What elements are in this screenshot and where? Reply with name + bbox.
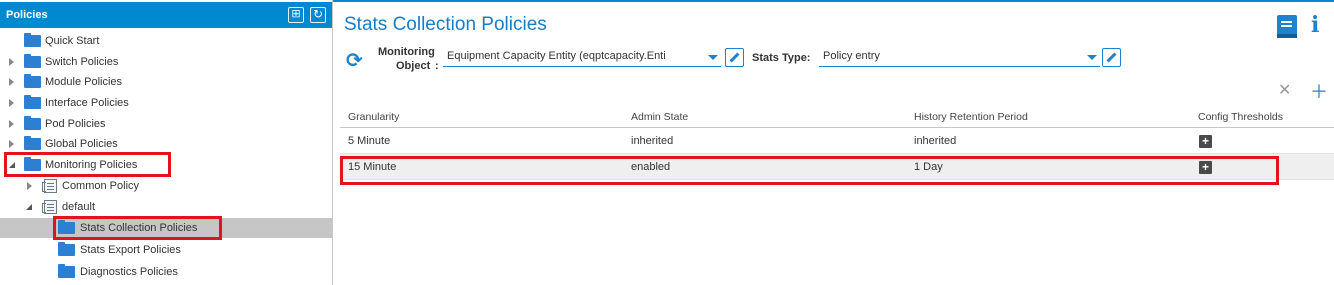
tree-item-monitoring-policies[interactable]: Monitoring Policies: [0, 155, 332, 175]
tree-item-label: Monitoring Policies: [45, 159, 138, 171]
folder-icon: [24, 74, 41, 88]
granularity-cell: 15 Minute: [348, 161, 397, 173]
tree-item-label: Pod Policies: [45, 118, 106, 130]
tree-item-pod-policies[interactable]: Pod Policies: [0, 114, 332, 134]
stats-type-select[interactable]: Policy entry: [819, 47, 1100, 67]
chevron-down-icon: [708, 55, 718, 60]
tree-item-stats-collection-policies[interactable]: Stats Collection Policies: [0, 218, 332, 238]
tree-item-switch-policies[interactable]: Switch Policies: [0, 52, 332, 72]
table-header: Granularity Admin State History Retentio…: [340, 106, 1334, 128]
monitoring-object-label: Monitoring: [378, 46, 435, 58]
tree-view-icon[interactable]: ⊞: [288, 7, 304, 23]
admin-state-cell: enabled: [631, 161, 671, 173]
top-accent-bar: [333, 0, 1334, 2]
stats-table: Granularity Admin State History Retentio…: [340, 106, 1334, 180]
tree-item-common-policy[interactable]: Common Policy: [0, 176, 332, 196]
expand-arrow-icon[interactable]: [9, 58, 14, 66]
collapse-arrow-icon[interactable]: [26, 204, 32, 210]
page-title: Stats Collection Policies: [344, 14, 547, 35]
tree-item-label: Stats Export Policies: [80, 244, 181, 256]
tree-item-label: Quick Start: [45, 35, 100, 47]
folder-icon: [24, 136, 41, 150]
tree-item-label: Module Policies: [45, 76, 123, 88]
folder-icon: [24, 33, 41, 47]
stats-type-label: Stats Type:: [752, 52, 811, 64]
tree-item-global-policies[interactable]: Global Policies: [0, 134, 332, 154]
tree-item-module-policies[interactable]: Module Policies: [0, 72, 332, 92]
add-threshold-button[interactable]: +: [1199, 161, 1212, 174]
monitoring-object-select[interactable]: Equipment Capacity Entity (eqptcapacity.…: [443, 47, 721, 67]
granularity-cell: 5 Minute: [348, 135, 391, 147]
refresh-icon[interactable]: ↻: [310, 7, 326, 23]
monitoring-object-value: Equipment Capacity Entity (eqptcapacity.…: [447, 50, 666, 62]
expand-arrow-icon[interactable]: [9, 99, 14, 107]
stats-type-value: Policy entry: [823, 50, 880, 62]
tree-item-diagnostics-policies[interactable]: Diagnostics Policies: [0, 262, 332, 282]
policy-icon: [42, 179, 57, 193]
folder-icon: [58, 264, 75, 278]
folder-icon: [58, 220, 75, 234]
tree-item-label: Stats Collection Policies: [80, 222, 198, 234]
retention-cell: inherited: [914, 135, 957, 147]
add-threshold-button[interactable]: +: [1199, 135, 1212, 148]
tree-item-label: Diagnostics Policies: [80, 266, 178, 278]
documentation-book-icon[interactable]: [1277, 15, 1297, 38]
folder-icon: [24, 157, 41, 171]
expand-arrow-icon[interactable]: [9, 120, 14, 128]
tree-item-label: Common Policy: [62, 180, 140, 192]
expand-arrow-icon[interactable]: [9, 140, 14, 148]
monitoring-object-label-line2: Object: [396, 60, 431, 72]
add-icon[interactable]: ＋: [1310, 78, 1328, 104]
tree-item-label: default: [62, 201, 96, 213]
collapse-arrow-icon[interactable]: [9, 162, 15, 168]
tree-item-interface-policies[interactable]: Interface Policies: [0, 93, 332, 113]
info-icon[interactable]: i: [1311, 12, 1319, 38]
retention-cell: 1 Day: [914, 161, 943, 173]
folder-icon: [24, 116, 41, 130]
policy-icon: [42, 200, 57, 214]
chevron-down-icon: [1087, 55, 1097, 60]
column-header-granularity[interactable]: Granularity: [348, 106, 399, 128]
folder-icon: [58, 242, 75, 256]
close-icon[interactable]: ✕: [1278, 80, 1291, 100]
expand-arrow-icon[interactable]: [27, 182, 32, 190]
nav-title: Policies: [6, 9, 48, 21]
tree-item-label: Global Policies: [45, 138, 118, 150]
folder-icon: [24, 95, 41, 109]
tree-item-label: Interface Policies: [45, 97, 129, 109]
edit-stats-type-button[interactable]: [1102, 48, 1121, 67]
table-row[interactable]: 5 Minute inherited inherited +: [340, 128, 1334, 154]
tree-item-stats-export-policies[interactable]: Stats Export Policies: [0, 240, 332, 260]
admin-state-cell: inherited: [631, 135, 674, 147]
column-header-config-thresholds[interactable]: Config Thresholds: [1198, 106, 1283, 128]
sync-icon[interactable]: ⟳: [346, 48, 363, 73]
edit-monitoring-object-button[interactable]: [725, 48, 744, 67]
column-header-admin-state[interactable]: Admin State: [631, 106, 688, 128]
tree-item-label: Switch Policies: [45, 56, 119, 68]
folder-icon: [24, 54, 41, 68]
expand-arrow-icon[interactable]: [9, 78, 14, 86]
tree-item-default[interactable]: default: [0, 197, 332, 217]
nav-header: Policies ⊞ ↻: [0, 2, 332, 28]
monitoring-object-colon: :: [435, 60, 439, 72]
column-header-retention[interactable]: History Retention Period: [914, 106, 1028, 128]
navigation-pane: Policies ⊞ ↻ Quick Start Switch Policies…: [0, 0, 333, 285]
table-row[interactable]: 15 Minute enabled 1 Day +: [340, 154, 1334, 180]
tree-item-quick-start[interactable]: Quick Start: [0, 31, 332, 51]
